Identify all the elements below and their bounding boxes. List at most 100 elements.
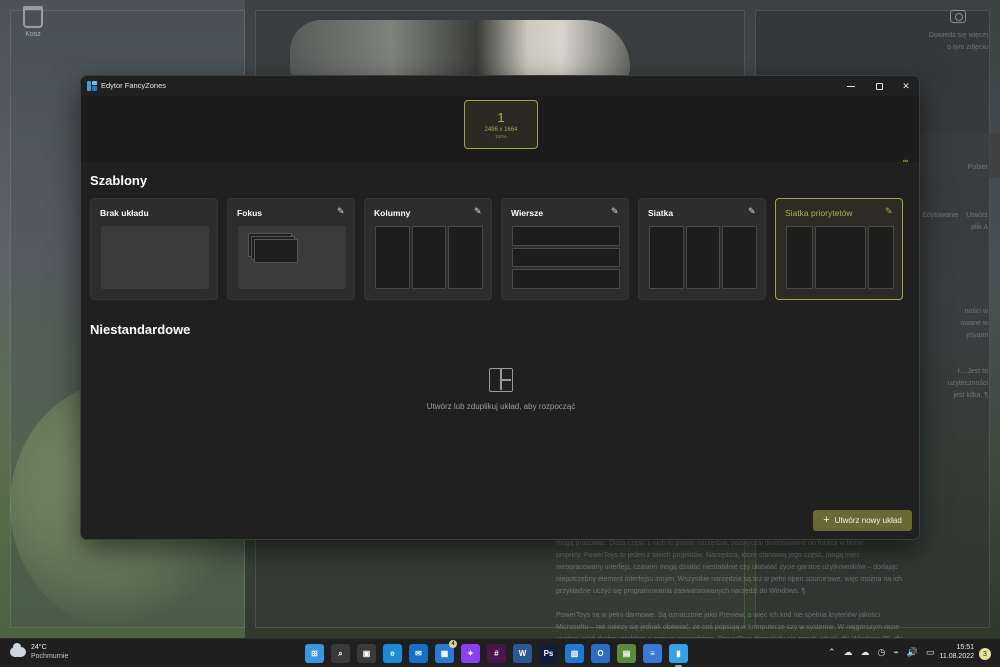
monitor-number: 1	[497, 109, 505, 125]
taskbar-store-icon[interactable]: ▦ 4	[435, 640, 457, 663]
fancyzones-editor-window: Edytor FancyZones ✕ 1 2496 x 1664 150% ⚙…	[80, 75, 920, 540]
layout-preview-blank	[101, 226, 209, 289]
photos-glyph: ▤	[622, 649, 631, 658]
mail-glyph: ✉	[415, 649, 422, 658]
create-new-layout-button[interactable]: + Utwórz nowy układ	[813, 510, 912, 531]
camera-icon[interactable]	[950, 10, 966, 23]
fancyzones-glyph: ▮	[676, 649, 681, 658]
layout-card-focus[interactable]: Fokus ✎	[227, 198, 355, 300]
edge-glyph: e	[390, 649, 395, 658]
templates-heading: Szablony	[90, 173, 148, 188]
zone	[448, 226, 484, 289]
taskbar-trello-icon[interactable]: ▥	[565, 644, 584, 663]
trello-glyph: ▥	[570, 649, 579, 658]
zone	[786, 226, 813, 289]
layout-card-label: Wiersze	[511, 208, 544, 218]
maximize-button[interactable]	[864, 76, 894, 96]
layout-grid-icon	[489, 368, 513, 392]
taskbar-messenger-icon[interactable]: ✦	[461, 644, 480, 663]
cloud-sync-icon[interactable]: ☁	[861, 647, 870, 657]
close-button[interactable]: ✕	[891, 76, 919, 96]
zone	[512, 247, 620, 268]
layout-card-label: Brak układu	[100, 208, 149, 218]
layout-preview-columns	[375, 226, 484, 289]
weather-condition: Pochmurnie	[31, 653, 69, 660]
layout-card-grid[interactable]: Siatka ✎	[638, 198, 766, 300]
notification-center-button[interactable]: 3	[979, 648, 991, 660]
word-glyph: W	[518, 649, 527, 658]
layout-preview-priority-grid	[786, 226, 894, 289]
edit-pencil-icon[interactable]: ✎	[337, 207, 346, 216]
edit-pencil-icon[interactable]: ✎	[748, 207, 757, 216]
layout-card-label: Siatka	[648, 208, 674, 218]
focus-zone	[254, 239, 298, 263]
messenger-glyph: ✦	[467, 649, 474, 658]
monitor-resolution: 2496 x 1664	[484, 126, 518, 133]
layout-preview-rows	[512, 226, 620, 290]
recycle-bin-icon	[23, 6, 43, 28]
taskbar-mail-icon[interactable]: ✉	[409, 644, 428, 663]
taskbar-photos-icon[interactable]: ▤	[617, 644, 636, 663]
edit-pencil-icon[interactable]: ✎	[474, 207, 483, 216]
photoshop-glyph: Ps	[543, 649, 554, 658]
taskbar-badge: 4	[449, 640, 457, 648]
layout-card-label: Siatka priorytetów	[785, 208, 853, 218]
edit-pencil-icon[interactable]: ✎	[885, 207, 894, 216]
taskbar-photoshop-icon[interactable]: Ps	[539, 644, 558, 663]
monitor-scale: 150%	[495, 133, 507, 139]
show-hidden-icons[interactable]: ⌃	[828, 647, 836, 657]
minimize-button[interactable]	[836, 76, 866, 96]
zone	[649, 226, 684, 289]
fancyzones-app-icon	[87, 81, 97, 91]
layout-card-priority-grid[interactable]: Siatka priorytetów ✎	[775, 198, 903, 300]
custom-layouts-heading: Niestandardowe	[90, 322, 191, 337]
layout-card-rows[interactable]: Wiersze ✎	[501, 198, 629, 300]
weather-widget[interactable]: 24°C Pochmurnie	[10, 643, 68, 661]
zone	[685, 226, 721, 289]
layouts-content: Szablony Brak układu Fokus ✎ Kolumny ✎ W…	[81, 162, 919, 539]
taskbar-search-icon[interactable]: ⌕	[331, 644, 350, 663]
taskbar-start-icon[interactable]: ⊞	[305, 644, 324, 663]
create-new-layout-label: Utwórz nowy układ	[834, 516, 902, 525]
monitor-card-1[interactable]: 1 2496 x 1664 150%	[464, 100, 538, 149]
wifi-icon[interactable]: ⌁	[893, 647, 898, 657]
layout-preview-focus	[238, 226, 346, 289]
layout-card-label: Kolumny	[374, 208, 411, 218]
layout-card-columns[interactable]: Kolumny ✎	[364, 198, 492, 300]
taskbar-task-view-icon[interactable]: ▣	[357, 644, 376, 663]
edit-pencil-icon[interactable]: ✎	[611, 207, 620, 216]
system-tray: ⌃ ☁ ☁ ◷ ⌁ 🔊 ▭	[828, 647, 935, 657]
taskbar-apps: ⊞ ⌕ ▣ e ✉ ▦ 4 ✦ # W Ps ▥ O ▤ ≡ ▮	[305, 640, 688, 667]
layout-card-blank[interactable]: Brak układu	[90, 198, 218, 300]
taskbar-fancyzones-icon[interactable]: ▮	[669, 644, 688, 667]
plus-icon: +	[823, 514, 830, 526]
maximize-icon	[875, 82, 883, 90]
minimize-icon	[847, 85, 855, 87]
recycle-bin-label: Kosz	[25, 31, 41, 38]
title-bar[interactable]: Edytor FancyZones ✕	[81, 76, 919, 96]
zone	[512, 226, 620, 246]
cloud-icon	[10, 643, 26, 657]
notes-glyph: ≡	[650, 649, 655, 658]
clock-date: 11.08.2022	[939, 653, 974, 660]
taskbar-outlook-icon[interactable]: O	[591, 644, 610, 663]
zone	[512, 269, 620, 290]
task-view-glyph: ▣	[362, 649, 371, 658]
taskbar-slack-icon[interactable]: #	[487, 644, 506, 663]
clock[interactable]: 15:51 11.08.2022	[934, 643, 974, 662]
taskbar-edge-icon[interactable]: e	[383, 644, 402, 663]
recycle-bin[interactable]: Kosz	[20, 6, 46, 46]
search-glyph: ⌕	[338, 648, 343, 658]
store-glyph: ▦	[440, 649, 449, 658]
outlook-glyph: O	[597, 649, 604, 658]
taskbar: 24°C Pochmurnie ⊞ ⌕ ▣ e ✉ ▦ 4 ✦ # W Ps ▥ O ▤ ≡ ▮ ⌃ ☁ ☁ ◷ ⌁ 🔊…	[0, 638, 1000, 667]
clock-icon[interactable]: ◷	[878, 647, 886, 657]
volume-icon[interactable]: 🔊	[907, 647, 918, 657]
clock-time: 15:51	[956, 644, 974, 651]
taskbar-notes-icon[interactable]: ≡	[643, 644, 662, 663]
monitor-selector: 1 2496 x 1664 150% ⚙	[81, 96, 919, 170]
onedrive-icon[interactable]: ☁	[844, 647, 853, 657]
taskbar-word-icon[interactable]: W	[513, 644, 532, 663]
slack-glyph: #	[494, 649, 499, 658]
window-title: Edytor FancyZones	[101, 81, 167, 90]
